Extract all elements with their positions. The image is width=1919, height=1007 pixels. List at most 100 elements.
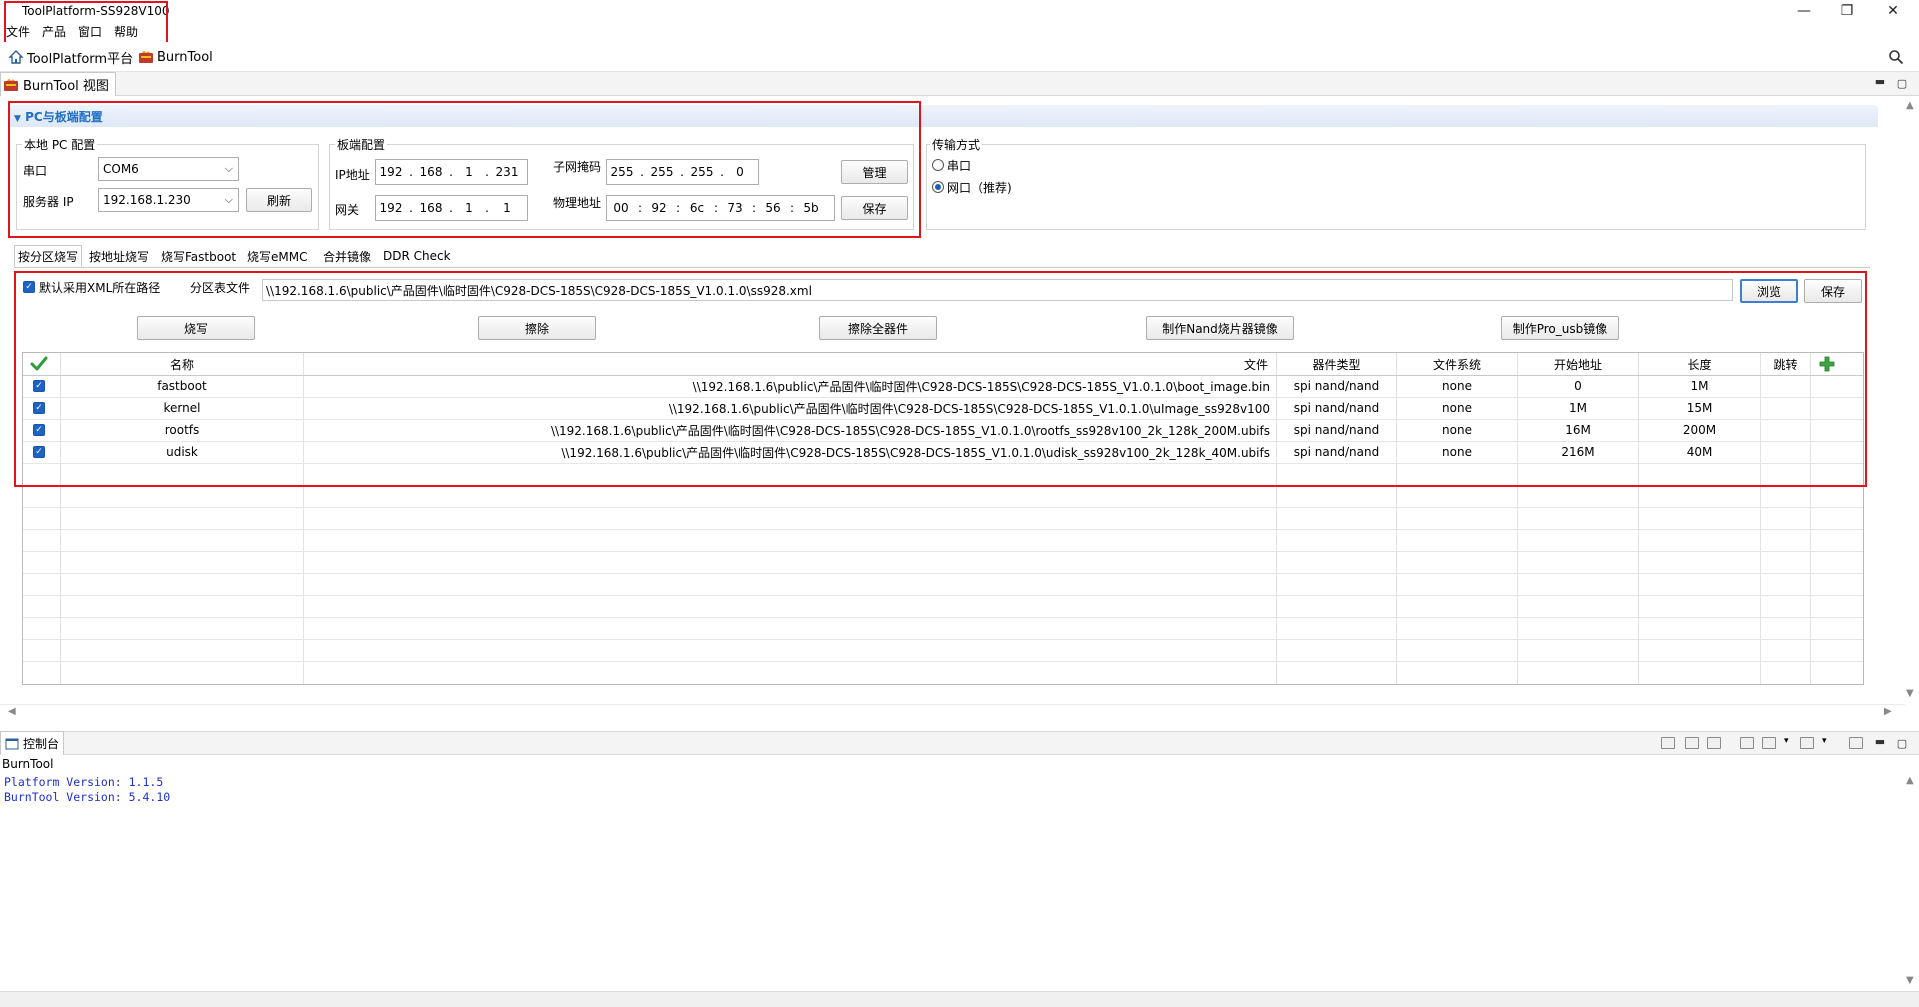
tab-emmc-burn[interactable]: 烧写eMMC xyxy=(244,245,310,267)
menu-product[interactable]: 产品 xyxy=(36,22,72,42)
tab-partition-burn[interactable]: 按分区烧写 xyxy=(14,245,83,267)
default-xml-label: 默认采用XML所在路径 xyxy=(39,281,161,295)
menu-file[interactable]: 文件 xyxy=(0,22,36,42)
new-console-icon[interactable] xyxy=(1800,737,1814,749)
tab-address-burn[interactable]: 按地址烧写 xyxy=(86,245,152,267)
row-device-type: spi nand/nand xyxy=(1293,401,1380,415)
add-row-icon[interactable] xyxy=(1819,356,1835,372)
console-source-label: BurnTool xyxy=(2,757,54,771)
chevron-down-icon[interactable]: ▾ xyxy=(1784,736,1789,746)
home-icon xyxy=(8,50,24,64)
pin-console-icon[interactable] xyxy=(1740,737,1754,749)
burn-button[interactable]: 烧写 xyxy=(137,316,255,340)
serial-port-select[interactable]: COM6 ⌵ xyxy=(98,157,239,181)
radio-serial[interactable] xyxy=(932,159,944,171)
horizontal-scrollbar[interactable]: ◀ ▶ xyxy=(0,704,1905,720)
default-xml-checkbox[interactable]: ✓ xyxy=(23,281,35,293)
toolbar-platform-button[interactable]: ToolPlatform平台 xyxy=(4,42,137,72)
ip-address-input[interactable]: 192. 168. 1. 231 xyxy=(375,159,528,185)
scroll-up-icon[interactable]: ▲ xyxy=(1906,775,1914,786)
clear-console-icon[interactable] xyxy=(1661,737,1675,749)
erase-button[interactable]: 擦除 xyxy=(478,316,596,340)
burntool-view-tab[interactable]: BurnTool 视图 xyxy=(0,72,116,96)
menu-window[interactable]: 窗口 xyxy=(72,22,108,42)
manage-button[interactable]: 管理 xyxy=(841,160,908,184)
refresh-button[interactable]: 刷新 xyxy=(246,188,312,212)
scroll-lock-icon[interactable] xyxy=(1685,737,1699,749)
row-file: \\192.168.1.6\public\产品固件\临时固件\C928-DCS-… xyxy=(550,423,1270,438)
chevron-down-icon: ⌵ xyxy=(224,193,233,206)
col-filesystem[interactable]: 文件系统 xyxy=(1397,353,1517,375)
col-file[interactable]: 文件 xyxy=(304,353,1276,375)
scroll-down-icon[interactable]: ▼ xyxy=(1906,975,1914,986)
erase-all-button[interactable]: 擦除全器件 xyxy=(819,316,937,340)
console-vertical-scrollbar[interactable]: ▲ ▼ xyxy=(1903,755,1919,991)
ip-label: IP地址 xyxy=(335,168,370,182)
minimize-console-icon[interactable]: ▬ xyxy=(1872,734,1888,748)
console-output[interactable]: BurnTool Platform Version: 1.1.5 BurnToo… xyxy=(0,755,1903,991)
menu-bar: 文件 产品 窗口 帮助 xyxy=(0,22,1919,42)
toolbar-burntool-button[interactable]: BurnTool xyxy=(134,42,217,72)
row-length: 15M xyxy=(1686,401,1713,415)
select-all-check-icon[interactable] xyxy=(30,355,48,373)
col-length[interactable]: 长度 xyxy=(1639,353,1760,375)
word-wrap-icon[interactable] xyxy=(1707,737,1721,749)
maximize-console-icon[interactable]: ▢ xyxy=(1894,736,1910,750)
burntool-icon xyxy=(139,51,153,63)
row-checkbox[interactable]: ✓ xyxy=(33,446,45,458)
gateway-input[interactable]: 192. 168. 1. 1 xyxy=(375,195,528,221)
row-checkbox[interactable]: ✓ xyxy=(33,424,45,436)
scroll-left-icon[interactable]: ◀ xyxy=(8,706,16,717)
close-button[interactable]: ✕ xyxy=(1873,0,1913,22)
maximize-button[interactable]: ❐ xyxy=(1827,0,1867,22)
col-start-address[interactable]: 开始地址 xyxy=(1518,353,1638,375)
minimize-view-icon[interactable]: ▬ xyxy=(1872,74,1888,88)
chevron-down-icon[interactable]: ▾ xyxy=(1822,736,1827,746)
scroll-down-icon[interactable]: ▼ xyxy=(1906,688,1914,699)
display-console-icon[interactable] xyxy=(1762,737,1776,749)
mac-address-input[interactable]: 00:92:6c:73:56:5b xyxy=(606,195,835,221)
scroll-right-icon[interactable]: ▶ xyxy=(1884,706,1892,717)
row-start-address: 1M xyxy=(1569,401,1587,415)
tab-fastboot-burn[interactable]: 烧写Fastboot xyxy=(158,245,239,267)
tab-merge-image[interactable]: 合并镜像 xyxy=(320,245,374,267)
partition-save-button[interactable]: 保存 xyxy=(1804,279,1862,303)
search-icon[interactable] xyxy=(1888,49,1904,65)
row-name: udisk xyxy=(166,445,198,459)
row-checkbox[interactable]: ✓ xyxy=(33,380,45,392)
subnet-mask-input[interactable]: 255. 255. 255. 0 xyxy=(606,159,759,185)
col-skip[interactable]: 跳转 xyxy=(1761,353,1810,375)
partition-table: 名称 文件 器件类型 文件系统 开始地址 长度 跳转 ✓ fastboot \\… xyxy=(22,352,1864,685)
menu-help[interactable]: 帮助 xyxy=(108,22,144,42)
local-pc-group-label: 本地 PC 配置 xyxy=(22,136,98,153)
radio-network[interactable] xyxy=(932,181,944,193)
row-file: \\192.168.1.6\public\产品固件\临时固件\C928-DCS-… xyxy=(668,401,1270,416)
burntool-icon xyxy=(4,78,18,91)
row-file: \\192.168.1.6\public\产品固件\临时固件\C928-DCS-… xyxy=(692,379,1270,394)
make-pro-usb-image-button[interactable]: 制作Pro_usb镜像 xyxy=(1501,316,1619,340)
open-console-icon[interactable] xyxy=(1849,737,1863,749)
col-device-type[interactable]: 器件类型 xyxy=(1277,353,1396,375)
tab-ddr-check[interactable]: DDR Check xyxy=(380,245,454,267)
pc-board-section-header xyxy=(10,105,1878,127)
radio-network-label[interactable]: 网口（推荐) xyxy=(947,179,1012,196)
make-nand-image-button[interactable]: 制作Nand烧片器镜像 xyxy=(1146,316,1294,340)
collapse-arrow-icon: ▼ xyxy=(14,114,21,124)
subnet-mask-label: 子网掩码 xyxy=(553,160,602,174)
pc-board-section-title[interactable]: ▼ PC与板端配置 xyxy=(14,108,103,125)
col-name[interactable]: 名称 xyxy=(61,353,303,375)
scroll-up-icon[interactable]: ▲ xyxy=(1906,100,1914,111)
console-horizontal-scrollbar[interactable] xyxy=(0,991,1919,1007)
vertical-scrollbar[interactable]: ▲ ▼ xyxy=(1903,100,1919,704)
row-start-address: 0 xyxy=(1574,379,1582,393)
board-save-button[interactable]: 保存 xyxy=(841,196,908,220)
maximize-view-icon[interactable]: ▢ xyxy=(1894,76,1910,90)
radio-serial-label[interactable]: 串口 xyxy=(947,157,971,174)
server-ip-select[interactable]: 192.168.1.230 ⌵ xyxy=(98,188,239,212)
table-file-path-input[interactable]: \\192.168.1.6\public\产品固件\临时固件\C928-DCS-… xyxy=(262,279,1733,301)
table-file-label: 分区表文件 xyxy=(190,281,251,295)
row-checkbox[interactable]: ✓ xyxy=(33,402,45,414)
console-tab[interactable]: 控制台 xyxy=(0,731,65,755)
minimize-button[interactable]: — xyxy=(1784,0,1824,22)
browse-button[interactable]: 浏览 xyxy=(1740,279,1798,303)
